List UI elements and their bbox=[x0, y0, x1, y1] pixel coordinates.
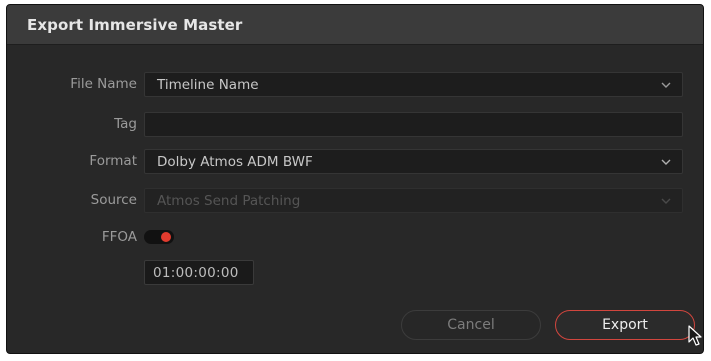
source-label: Source bbox=[90, 192, 137, 208]
format-dropdown[interactable]: Dolby Atmos ADM BWF bbox=[144, 149, 683, 174]
tag-label: Tag bbox=[114, 116, 137, 132]
file-name-label: File Name bbox=[70, 76, 137, 92]
mouse-pointer-icon bbox=[688, 325, 702, 346]
cancel-button[interactable]: Cancel bbox=[401, 310, 541, 340]
source-value: Atmos Send Patching bbox=[157, 193, 301, 209]
ffoa-label: FFOA bbox=[101, 229, 137, 245]
source-dropdown: Atmos Send Patching bbox=[144, 188, 683, 213]
export-immersive-master-dialog: Export Immersive Master File Name Timeli… bbox=[6, 4, 704, 354]
file-name-dropdown[interactable]: Timeline Name bbox=[144, 72, 683, 97]
dialog-title: Export Immersive Master bbox=[27, 16, 243, 34]
ffoa-timecode-value: 01:00:00:00 bbox=[153, 265, 239, 281]
ffoa-timecode-field[interactable]: 01:00:00:00 bbox=[144, 260, 254, 285]
chevron-down-icon bbox=[661, 159, 671, 165]
file-name-value: Timeline Name bbox=[157, 77, 259, 93]
format-value: Dolby Atmos ADM BWF bbox=[157, 154, 313, 170]
format-label: Format bbox=[89, 153, 137, 169]
chevron-down-icon bbox=[661, 82, 671, 88]
toggle-knob bbox=[161, 232, 171, 242]
chevron-down-icon bbox=[661, 198, 671, 204]
ffoa-toggle[interactable] bbox=[144, 230, 174, 244]
tag-input[interactable] bbox=[144, 112, 683, 137]
export-button[interactable]: Export bbox=[555, 310, 695, 340]
dialog-titlebar: Export Immersive Master bbox=[7, 5, 703, 45]
